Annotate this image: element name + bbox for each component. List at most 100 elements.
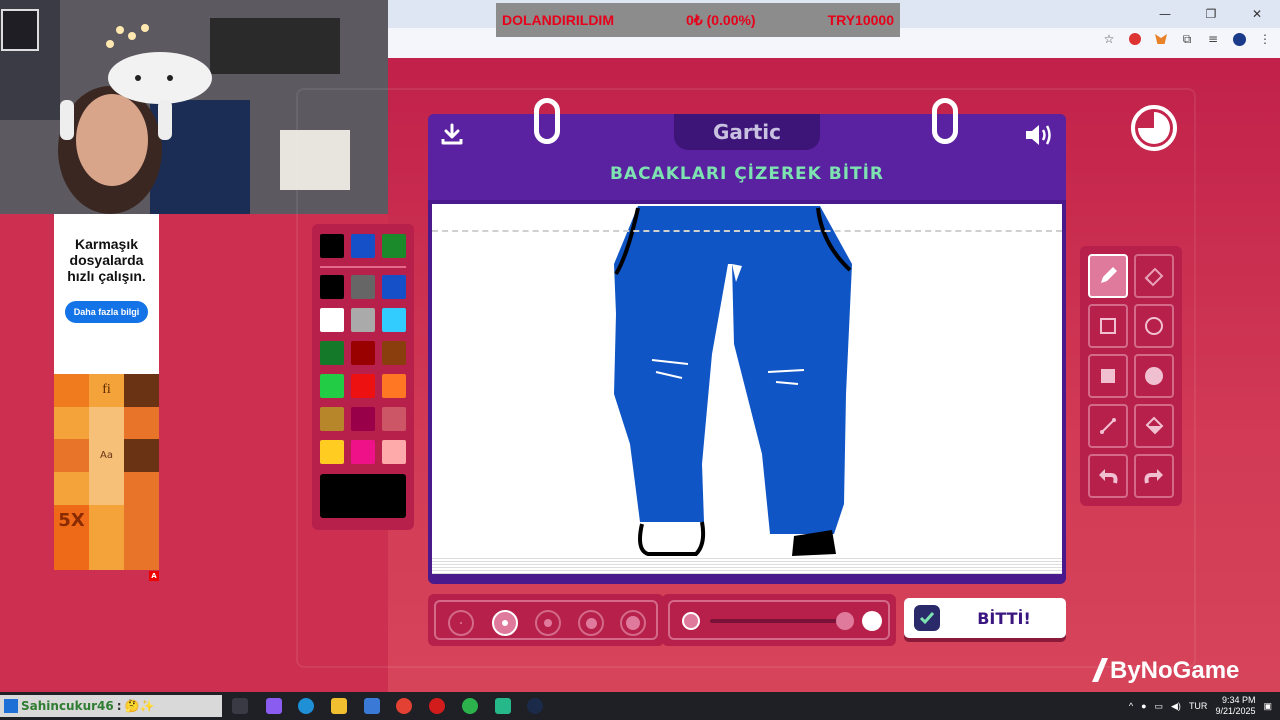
- app-icon[interactable]: [495, 698, 511, 714]
- language-indicator[interactable]: TUR: [1189, 701, 1208, 711]
- square-filled-icon[interactable]: [1088, 354, 1128, 398]
- done-button[interactable]: BİTTİ!: [904, 598, 1066, 638]
- pencil-icon[interactable]: [1088, 254, 1128, 298]
- volume-icon[interactable]: ◀): [1171, 701, 1181, 712]
- emoji-icon: 🤔✨: [124, 699, 155, 713]
- ticker-amount: 0₺ (0.00%): [685, 11, 756, 28]
- microphone-icon[interactable]: ●: [1141, 701, 1146, 711]
- ad-art-5x: 5X: [54, 504, 89, 538]
- copilot-icon[interactable]: [266, 698, 282, 714]
- chat-avatar-icon: [4, 699, 18, 713]
- steam-icon[interactable]: [527, 698, 543, 714]
- color-swatch-9[interactable]: [382, 341, 406, 365]
- ad-artwork: fi Aa 5X: [54, 374, 159, 570]
- color-swatch-top-2[interactable]: [351, 234, 375, 258]
- redo-icon[interactable]: [1134, 454, 1174, 498]
- ticker-label: DOLANDIRILDIM: [502, 12, 614, 28]
- store-icon[interactable]: [364, 698, 380, 714]
- ad-badge: A: [149, 571, 159, 581]
- opacity-panel: [662, 594, 896, 646]
- profile-avatar-icon[interactable]: [1232, 32, 1246, 46]
- color-swatch-4[interactable]: [320, 308, 344, 332]
- opera-icon[interactable]: [429, 698, 445, 714]
- timer-icon: [1131, 105, 1177, 151]
- color-swatch-5[interactable]: [351, 308, 375, 332]
- color-swatch-10[interactable]: [320, 374, 344, 398]
- ticker-goal: TRY10000: [827, 12, 894, 28]
- bookmark-star-icon[interactable]: ☆: [1102, 32, 1116, 46]
- restore-button[interactable]: ❐: [1188, 0, 1234, 28]
- canvas-guide-line: [432, 230, 1062, 232]
- color-swatch-11[interactable]: [351, 374, 375, 398]
- square-outline-icon[interactable]: [1088, 304, 1128, 348]
- file-explorer-icon[interactable]: [331, 698, 347, 714]
- brush-size-2[interactable]: [492, 610, 518, 636]
- bynogame-mark-icon: [1092, 658, 1108, 682]
- extensions-puzzle-icon[interactable]: ⧉: [1180, 32, 1194, 46]
- circle-outline-icon[interactable]: [1134, 304, 1174, 348]
- drawing-canvas[interactable]: [432, 204, 1062, 556]
- color-swatch-2[interactable]: [351, 275, 375, 299]
- media-controls-icon[interactable]: ≡: [1206, 32, 1220, 46]
- color-swatch-1[interactable]: [320, 275, 344, 299]
- color-swatch-top-3[interactable]: [382, 234, 406, 258]
- color-swatch-6[interactable]: [382, 308, 406, 332]
- extension-fox-icon[interactable]: [1154, 32, 1168, 46]
- color-swatch-12[interactable]: [382, 374, 406, 398]
- color-swatch-7[interactable]: [320, 341, 344, 365]
- brush-size-panel: [428, 594, 664, 646]
- task-view-icon[interactable]: [232, 698, 248, 714]
- brush-size-3[interactable]: [535, 610, 561, 636]
- color-swatch-14[interactable]: [351, 407, 375, 431]
- stream-ticker-overlay: DOLANDIRILDIM 0₺ (0.00%) TRY10000: [496, 3, 900, 37]
- color-swatch-18[interactable]: [382, 440, 406, 464]
- ad-headline: Karmaşık dosyalarda hızlı çalışın.: [67, 236, 146, 284]
- color-swatch-8[interactable]: [351, 341, 375, 365]
- color-swatch-16[interactable]: [320, 440, 344, 464]
- color-swatch-top-1[interactable]: [320, 234, 344, 258]
- brush-size-4[interactable]: [578, 610, 604, 636]
- ad-art-fi: fi: [89, 374, 124, 407]
- minimize-button[interactable]: —: [1142, 0, 1188, 28]
- color-swatch-3[interactable]: [382, 275, 406, 299]
- brush-size-5[interactable]: [620, 610, 646, 636]
- done-button-label: BİTTİ!: [977, 608, 1031, 628]
- chrome-active-icon[interactable]: [462, 698, 478, 714]
- circle-filled-icon[interactable]: [1134, 354, 1174, 398]
- tray-overflow-icon[interactable]: ^: [1129, 701, 1133, 711]
- fill-bucket-icon[interactable]: [1134, 404, 1174, 448]
- edge-icon[interactable]: [298, 698, 314, 714]
- close-button[interactable]: ✕: [1234, 0, 1280, 28]
- board-page-edges: [432, 556, 1062, 574]
- palette-separator: [320, 266, 406, 268]
- canvas-drawing: [614, 206, 852, 556]
- extension-red-icon[interactable]: [1128, 32, 1142, 46]
- notification-icon[interactable]: ▣: [1263, 701, 1272, 712]
- sound-icon[interactable]: [1024, 122, 1054, 148]
- drawing-prompt: BACAKLARI ÇİZEREK BİTİR: [609, 164, 885, 184]
- chat-username: Sahincukur46: [21, 699, 114, 713]
- undo-icon[interactable]: [1088, 454, 1128, 498]
- advertisement[interactable]: Karmaşık dosyalarda hızlı çalışın. Daha …: [54, 214, 159, 581]
- binder-ring-left: [534, 98, 560, 144]
- ad-learn-more-button[interactable]: Daha fazla bilgi: [65, 301, 148, 323]
- menu-kebab-icon[interactable]: ⋮: [1258, 32, 1272, 46]
- brush-size-1[interactable]: [448, 610, 474, 636]
- opacity-slider[interactable]: [710, 619, 840, 623]
- chat-overlay: Sahincukur46 : 🤔✨: [0, 695, 222, 717]
- chrome-icon[interactable]: [396, 698, 412, 714]
- color-swatch-15[interactable]: [382, 407, 406, 431]
- opacity-slider-handle[interactable]: [836, 612, 854, 630]
- clock[interactable]: 9:34 PM 9/21/2025: [1215, 695, 1255, 717]
- color-swatch-17[interactable]: [351, 440, 375, 464]
- color-swatch-13[interactable]: [320, 407, 344, 431]
- color-palette: [312, 224, 414, 530]
- eraser-icon[interactable]: [1134, 254, 1174, 298]
- line-icon[interactable]: [1088, 404, 1128, 448]
- opacity-slider-group: [668, 600, 890, 640]
- opacity-max-icon: [862, 611, 882, 631]
- opacity-min-icon: [682, 612, 700, 630]
- download-icon[interactable]: [440, 122, 464, 146]
- gartic-logo: Gartic: [674, 114, 820, 150]
- network-icon[interactable]: ▭: [1155, 701, 1164, 712]
